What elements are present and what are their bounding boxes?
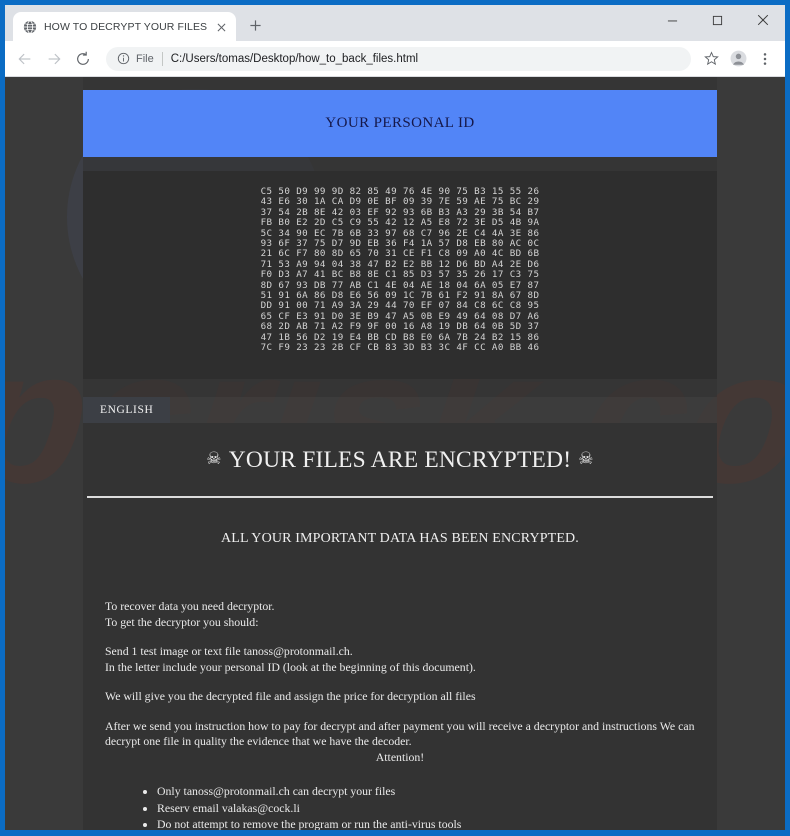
skull-icon-left: ☠ xyxy=(206,449,222,469)
reload-icon[interactable] xyxy=(69,45,97,73)
tab-title: HOW TO DECRYPT YOUR FILES xyxy=(44,21,208,33)
instruction-line: Send 1 test image or text file tanoss@pr… xyxy=(105,644,353,659)
page-title-text: YOUR FILES ARE ENCRYPTED! xyxy=(228,447,572,474)
back-arrow-icon[interactable] xyxy=(11,45,39,73)
attention-line: Attention! xyxy=(375,749,425,764)
subtitle: ALL YOUR IMPORTANT DATA HAS BEEN ENCRYPT… xyxy=(221,531,579,547)
personal-id-banner: YOUR PERSONAL ID xyxy=(83,90,717,157)
skull-icon-right: ☠ xyxy=(578,449,594,469)
personal-id-banner-label: YOUR PERSONAL ID xyxy=(325,115,475,131)
info-circle-icon xyxy=(116,52,130,66)
language-tab-filler xyxy=(170,397,717,423)
os-window-frame: HOW TO DECRYPT YOUR FILES File C:/Users/… xyxy=(0,0,790,836)
close-icon[interactable] xyxy=(214,20,229,35)
url-text: C:/Users/tomas/Desktop/how_to_back_files… xyxy=(170,52,419,65)
three-dot-menu-icon[interactable] xyxy=(752,46,778,72)
scheme-label: File xyxy=(136,52,154,65)
instruction-line: In the letter include your personal ID (… xyxy=(105,659,476,674)
warning-bullet-list: Only tanoss@protonmail.ch can decrypt yo… xyxy=(105,783,695,830)
plus-icon[interactable] xyxy=(242,12,268,38)
instruction-line: To recover data you need decryptor. xyxy=(105,599,275,614)
list-item: Only tanoss@protonmail.ch can decrypt yo… xyxy=(157,783,695,800)
instruction-line: After we send you instruction how to pay… xyxy=(105,718,695,749)
forward-arrow-icon[interactable] xyxy=(40,45,68,73)
browser-tab[interactable]: HOW TO DECRYPT YOUR FILES xyxy=(13,12,237,42)
star-icon[interactable] xyxy=(698,46,724,72)
browser-window: HOW TO DECRYPT YOUR FILES File C:/Users/… xyxy=(5,5,785,830)
personal-id-hex-panel: C5 50 D9 99 9D 82 85 49 76 4E 90 75 B3 1… xyxy=(83,171,717,380)
minimize-icon[interactable] xyxy=(650,5,695,35)
window-controls xyxy=(650,5,785,35)
address-bar[interactable]: File C:/Users/tomas/Desktop/how_to_back_… xyxy=(106,46,691,71)
instruction-line: To get the decryptor you should: xyxy=(105,614,259,629)
language-tab-label: ENGLISH xyxy=(100,404,154,417)
omnibox-divider xyxy=(161,51,163,66)
page-viewport: pcrisk.com YOUR PERSONAL ID C5 50 D9 99 … xyxy=(5,77,785,830)
list-item: Do not attempt to remove the program or … xyxy=(157,816,695,830)
personal-id-hex-value: C5 50 D9 99 9D 82 85 49 76 4E 90 75 B3 1… xyxy=(260,186,540,354)
list-item: Reserv email valakas@cock.li xyxy=(157,800,695,817)
language-tab-row: ENGLISH xyxy=(83,397,717,424)
close-icon[interactable] xyxy=(740,5,785,35)
browser-toolbar: File C:/Users/tomas/Desktop/how_to_back_… xyxy=(5,41,785,77)
ransom-note-document: YOUR PERSONAL ID C5 50 D9 99 9D 82 85 49… xyxy=(83,77,717,830)
instruction-line: We will give you the decrypted file and … xyxy=(105,689,476,704)
ransom-note-body: ☠ YOUR FILES ARE ENCRYPTED! ☠ ALL YOUR IMP… xyxy=(83,423,717,830)
tab-strip: HOW TO DECRYPT YOUR FILES xyxy=(5,5,785,42)
account-avatar-icon[interactable] xyxy=(725,46,751,72)
page-title: ☠ YOUR FILES ARE ENCRYPTED! ☠ xyxy=(83,423,717,496)
language-tab-english[interactable]: ENGLISH xyxy=(83,397,171,424)
maximize-icon[interactable] xyxy=(695,5,740,35)
instructions-block: To recover data you need decryptor. To g… xyxy=(83,547,717,830)
globe-icon xyxy=(22,20,37,35)
